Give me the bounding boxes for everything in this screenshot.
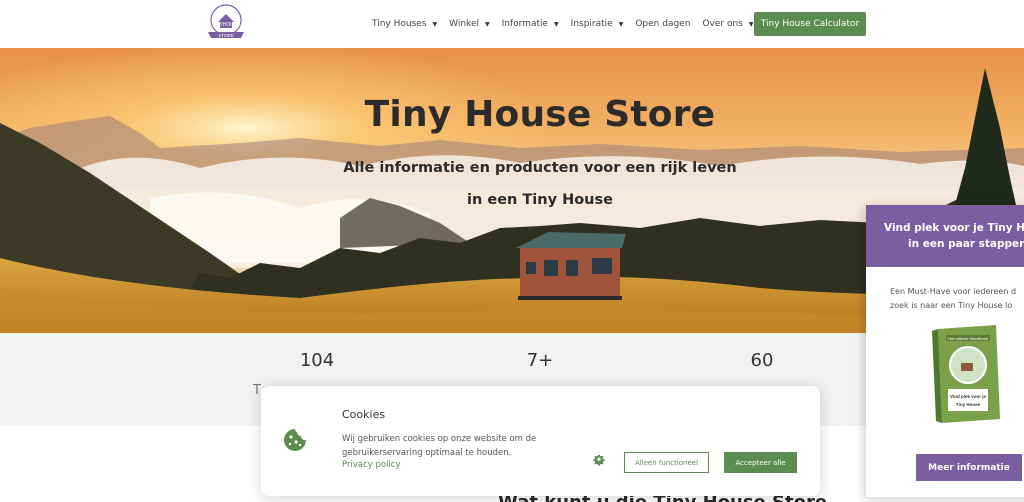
more-info-button[interactable]: Meer informatie	[916, 454, 1022, 481]
logo-ribbon-text: STORE	[218, 33, 233, 38]
nav-item-inspiratie[interactable]: Inspiratie ▼	[571, 19, 624, 29]
cookie-banner: Cookies Wij gebruiken cookies op onze we…	[261, 386, 820, 496]
cookie-title: Cookies	[342, 408, 386, 421]
nav-item-label: Winkel	[449, 19, 479, 29]
hero-subtitle-line-1: Alle informatie en producten voor een ri…	[343, 160, 737, 176]
main-nav: Tiny Houses ▼ Winkel ▼ Informatie ▼ Inspira…	[372, 0, 765, 48]
side-panel-title-line-2: in een paar stappen	[908, 238, 1024, 250]
caret-down-icon: ▼	[618, 20, 624, 28]
cookie-text: Wij gebruiken cookies op onze website om…	[342, 434, 537, 458]
logo-text: TINYHOUSE	[211, 22, 241, 28]
nav-item-open-dagen[interactable]: Open dagen	[635, 19, 690, 29]
functional-only-button[interactable]: Alleen functioneel	[624, 452, 709, 473]
nav-item-label: Over ons	[702, 19, 743, 29]
caret-down-icon: ▼	[554, 20, 559, 28]
stat-value-1: 104	[299, 350, 335, 371]
side-panel-title-line-1: Vind plek voor je Tiny H	[884, 222, 1024, 234]
cookie-icon	[284, 429, 306, 451]
nav-item-tiny-houses[interactable]: Tiny Houses ▼	[372, 19, 437, 29]
book-subtitle-line-1: Vind plek voor je	[950, 394, 986, 399]
hero-title: Tiny House Store	[364, 94, 716, 135]
book-subtitle-line-2: Tiny House	[956, 402, 981, 407]
site-logo[interactable]: TINYHOUSE STORE	[204, 4, 248, 42]
accept-all-button[interactable]: Accepteer alle	[724, 452, 797, 473]
hero-subtitle: Alle informatie en producten voor een ri…	[332, 152, 748, 216]
handbook-cover-image: Het ultieme Handboek Vind plek voor je T…	[932, 325, 1002, 425]
nav-item-label: Inspiratie	[570, 19, 613, 29]
hero-subtitle-line-2: in een Tiny House	[467, 192, 613, 208]
side-panel-text-line-1: Een Must-Have voor iedereen d	[890, 287, 1017, 296]
book-title: Het ultieme Handboek	[948, 336, 988, 341]
stat-value-3: 60	[750, 350, 774, 371]
gear-icon[interactable]	[593, 455, 605, 467]
nav-item-informatie[interactable]: Informatie ▼	[502, 19, 559, 29]
nav-item-label: Open dagen	[635, 19, 691, 29]
nav-item-label: Informatie	[501, 19, 549, 29]
side-panel-text-line-2: zoek is naar een Tiny House lo	[890, 301, 1013, 310]
nav-item-winkel[interactable]: Winkel ▼	[449, 19, 489, 29]
caret-down-icon: ▼	[748, 20, 754, 28]
caret-down-icon: ▼	[432, 20, 438, 28]
logo-icon: TINYHOUSE STORE	[208, 4, 244, 38]
side-panel-text: Een Must-Have voor iedereen d zoek is na…	[890, 285, 1024, 313]
nav-item-label: Tiny Houses	[372, 19, 427, 29]
site-header: TINYHOUSE STORE Tiny Houses ▼ Winkel ▼ Inf…	[0, 0, 1024, 48]
side-promo-panel: Vind plek voor je Tiny H in een paar sta…	[866, 205, 1024, 497]
tiny-house-illustration	[516, 232, 626, 300]
side-panel-header: Vind plek voor je Tiny H in een paar sta…	[866, 205, 1024, 267]
side-panel-title: Vind plek voor je Tiny H in een paar sta…	[884, 220, 1024, 252]
caret-down-icon: ▼	[484, 20, 490, 28]
privacy-policy-link[interactable]: Privacy policy	[342, 460, 401, 470]
stat-label: T	[253, 383, 261, 398]
book-icon: Het ultieme Handboek Vind plek voor je T…	[932, 325, 1000, 423]
calculator-button[interactable]: Tiny House Calculator	[754, 12, 866, 36]
nav-item-over-ons[interactable]: Over ons ▼	[702, 19, 753, 29]
page: TINYHOUSE STORE Tiny Houses ▼ Winkel ▼ Inf…	[0, 0, 1024, 502]
stat-value-2: 7+	[526, 350, 554, 371]
